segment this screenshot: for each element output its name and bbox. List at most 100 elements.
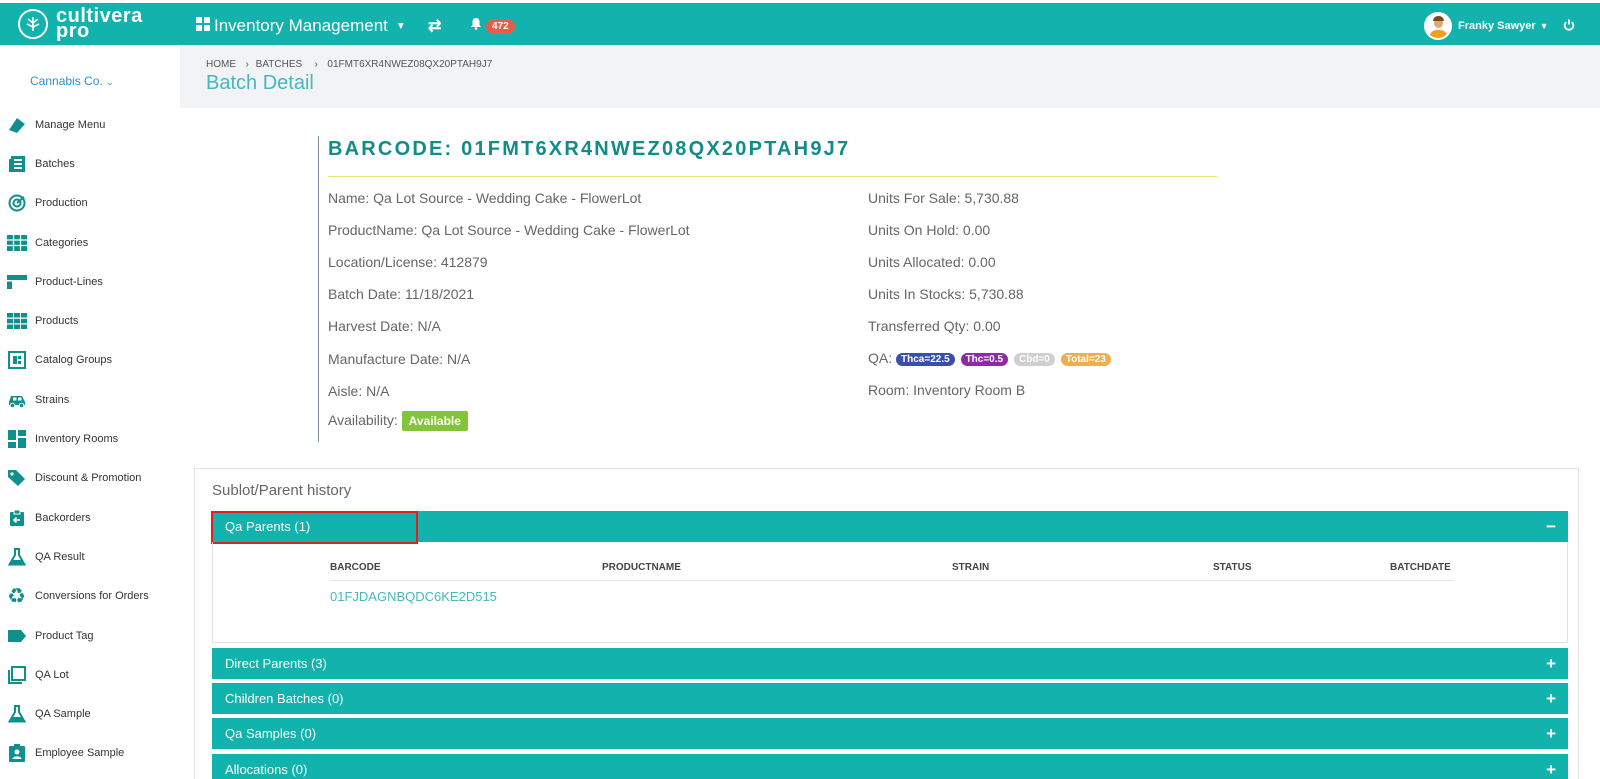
sidebar-item-inventory-rooms[interactable]: Inventory Rooms <box>0 419 180 458</box>
discount-icon <box>6 468 27 489</box>
caret-down-icon: ▼ <box>1539 21 1549 31</box>
expand-icon[interactable]: + <box>1546 654 1556 674</box>
col-header-status[interactable]: STATUS <box>1213 562 1252 573</box>
qa-row: QA: Thca=22.5 Thc=0.5 Cbd=0 Total=23 <box>868 350 1113 366</box>
selection-highlight <box>211 511 418 544</box>
notifications-button[interactable]: 472 <box>470 17 515 35</box>
sidebar-item-employee-sample[interactable]: Employee Sample <box>0 734 180 773</box>
barcode-link[interactable]: 01FJDAGNBQDC6KE2D515 <box>330 589 497 604</box>
logo-wordmark: cultivera pro <box>56 6 143 41</box>
chevron-down-icon: ⌄ <box>106 77 114 87</box>
sidebar-item-backorders[interactable]: Backorders <box>0 498 180 537</box>
sidebar-item-catalog-groups[interactable]: Catalog Groups <box>0 341 180 380</box>
strains-icon <box>6 389 27 410</box>
expand-icon[interactable]: + <box>1546 724 1556 744</box>
sidebar-item-label: Backorders <box>35 511 91 524</box>
sidebar-item-batches[interactable]: Batches <box>0 144 180 183</box>
categories-icon <box>6 232 27 253</box>
expand-icon[interactable]: + <box>1546 689 1556 709</box>
accordion-label: Qa Samples (0) <box>225 726 317 741</box>
qa-label: QA: <box>868 350 893 366</box>
cultivera-logo[interactable]: cultivera pro <box>18 6 143 41</box>
table-header-divider <box>330 580 1454 581</box>
sidebar-item-label: Conversions for Orders <box>35 590 149 603</box>
batch-name: Name: Qa Lot Source - Wedding Cake - Flo… <box>328 190 642 206</box>
sidebar-item-label: Strains <box>35 393 70 406</box>
availability-label: Availability: <box>328 412 398 428</box>
col-header-batchdate[interactable]: BATCHDATE <box>1390 562 1451 573</box>
sidebar-item-label: Discount & Promotion <box>35 472 142 485</box>
sidebar-item-product-tag[interactable]: Product Tag <box>0 616 180 655</box>
breadcrumb-separator: › <box>308 59 321 70</box>
units-in-stocks: Units In Stocks: 5,730.88 <box>868 286 1024 302</box>
sidebar-item-label: Production <box>35 197 88 210</box>
sidebar-item-product-lines[interactable]: Product-Lines <box>0 262 180 301</box>
qa-lot-icon <box>6 664 27 685</box>
module-switcher[interactable]: Inventory Management ▼ <box>196 16 406 36</box>
collapse-icon[interactable]: − <box>1546 517 1556 537</box>
power-icon[interactable] <box>1563 18 1575 36</box>
room: Room: Inventory Room B <box>868 382 1026 398</box>
qa-tag-cbd: Cbd=0 <box>1013 353 1055 366</box>
expand-icon[interactable]: + <box>1546 760 1556 779</box>
notification-count-badge: 472 <box>486 18 515 34</box>
col-header-productname[interactable]: PRODUCTNAME <box>602 562 681 573</box>
accordion-direct-parents[interactable]: Direct Parents (3) + <box>212 648 1568 679</box>
leaf-logo-icon <box>18 9 48 39</box>
col-header-barcode[interactable]: BARCODE <box>330 562 381 573</box>
avatar <box>1424 12 1452 40</box>
batch-date: Batch Date: 11/18/2021 <box>328 286 475 302</box>
sidebar-item-label: QA Sample <box>35 708 91 721</box>
inventory-rooms-icon <box>6 429 27 450</box>
sidebar-item-label: Employee Sample <box>35 747 125 760</box>
production-icon <box>6 193 27 214</box>
history-title: Sublot/Parent history <box>212 482 352 499</box>
accordion-allocations[interactable]: Allocations (0) + <box>212 754 1568 779</box>
aisle: Aisle: N/A <box>328 383 390 399</box>
breadcrumb-batches[interactable]: BATCHES <box>256 59 303 70</box>
sidebar-item-qa-lot[interactable]: QA Lot <box>0 655 180 694</box>
sidebar-item-label: Products <box>35 315 79 328</box>
accordion-label: Direct Parents (3) <box>225 656 327 671</box>
col-header-strain[interactable]: STRAIN <box>952 562 989 573</box>
recycle-icon: ♻ <box>7 584 26 608</box>
batches-icon <box>6 153 27 174</box>
sidebar-item-label: QA Lot <box>35 668 69 681</box>
caret-down-icon: ▼ <box>395 20 406 32</box>
breadcrumb: HOME › BATCHES › 01FMT6XR4NWEZ08QX20PTAH… <box>206 59 496 70</box>
swap-arrows-icon[interactable]: ⇄ <box>428 16 441 36</box>
sidebar-item-categories[interactable]: Categories <box>0 223 180 262</box>
sidebar-item-strains[interactable]: Strains <box>0 380 180 419</box>
accordion-children-batches[interactable]: Children Batches (0) + <box>212 683 1568 714</box>
company-selector[interactable]: Cannabis Co. ⌄ <box>30 74 114 88</box>
user-name: Franky Sawyer <box>1458 20 1536 32</box>
accordion-qa-samples[interactable]: Qa Samples (0) + <box>212 718 1568 749</box>
sidebar-item-label: Product-Lines <box>35 275 103 288</box>
employee-sample-icon <box>6 743 27 764</box>
company-name: Cannabis Co. <box>30 74 103 88</box>
units-allocated: Units Allocated: 0.00 <box>868 254 996 270</box>
barcode-title: BARCODE: 01FMT6XR4NWEZ08QX20PTAH9J7 <box>328 138 851 160</box>
sidebar-item-products[interactable]: Products <box>0 301 180 340</box>
user-menu[interactable]: Franky Sawyer ▼ <box>1424 12 1549 40</box>
accordion-label: Allocations (0) <box>225 762 308 777</box>
sidebar-item-label: Batches <box>35 157 75 170</box>
sidebar: Cannabis Co. ⌄ Manage Menu Batches Produ… <box>0 45 180 779</box>
backorders-icon <box>6 507 27 528</box>
product-lines-icon <box>6 271 27 292</box>
manage-menu-icon <box>6 114 27 135</box>
harvest-date: Harvest Date: N/A <box>328 318 441 334</box>
breadcrumb-home[interactable]: HOME <box>206 59 236 70</box>
sidebar-item-manage-menu[interactable]: Manage Menu <box>0 105 180 144</box>
divider <box>328 176 1217 177</box>
qa-tag-thca: Thca=22.5 <box>896 353 955 366</box>
sidebar-item-qa-sample[interactable]: QA Sample <box>0 694 180 733</box>
sidebar-item-qa-result[interactable]: QA Result <box>0 537 180 576</box>
page-title: Batch Detail <box>206 72 314 94</box>
sidebar-item-conversions[interactable]: ♻ Conversions for Orders <box>0 577 180 616</box>
sidebar-item-label: Product Tag <box>35 629 94 642</box>
sidebar-item-discount-promotion[interactable]: Discount & Promotion <box>0 459 180 498</box>
sidebar-item-production[interactable]: Production <box>0 184 180 223</box>
flask-icon <box>6 704 27 725</box>
module-title: Inventory Management <box>214 16 388 35</box>
